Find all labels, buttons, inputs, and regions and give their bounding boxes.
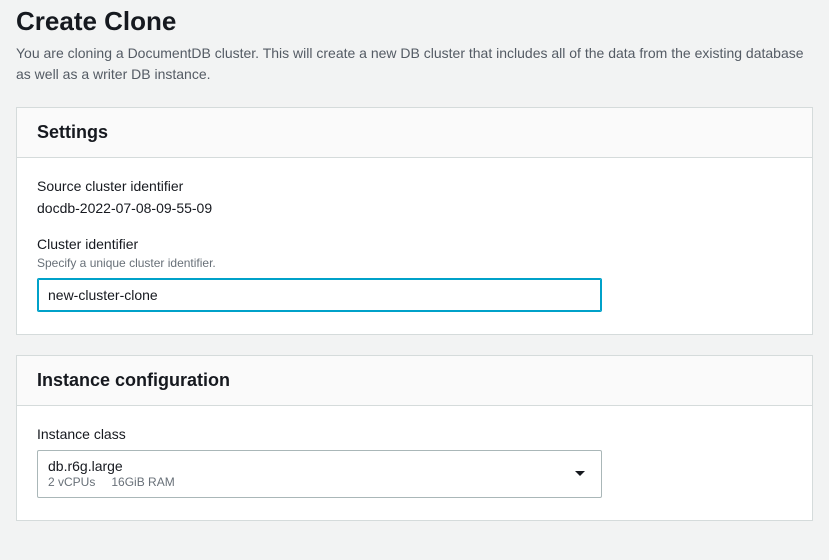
- source-cluster-label: Source cluster identifier: [37, 178, 792, 194]
- instance-config-panel: Instance configuration Instance class db…: [16, 355, 813, 521]
- instance-class-label: Instance class: [37, 426, 792, 442]
- settings-panel: Settings Source cluster identifier docdb…: [16, 107, 813, 335]
- settings-heading: Settings: [37, 122, 792, 143]
- page-title: Create Clone: [16, 6, 813, 37]
- instance-config-heading: Instance configuration: [37, 370, 792, 391]
- instance-class-field: Instance class db.r6g.large 2 vCPUs 16GiB…: [37, 426, 792, 498]
- instance-class-value: db.r6g.large: [48, 457, 191, 475]
- cluster-identifier-input[interactable]: [37, 278, 602, 312]
- cluster-identifier-hint: Specify a unique cluster identifier.: [37, 256, 792, 270]
- page-description: You are cloning a DocumentDB cluster. Th…: [16, 43, 806, 85]
- instance-class-cpu: 2 vCPUs: [48, 475, 95, 489]
- chevron-down-icon: [575, 471, 585, 476]
- instance-class-select[interactable]: db.r6g.large 2 vCPUs 16GiB RAM: [37, 450, 602, 498]
- cluster-identifier-field: Cluster identifier Specify a unique clus…: [37, 236, 792, 312]
- source-cluster-field: Source cluster identifier docdb-2022-07-…: [37, 178, 792, 216]
- cluster-identifier-label: Cluster identifier: [37, 236, 792, 252]
- settings-header: Settings: [17, 108, 812, 158]
- source-cluster-value: docdb-2022-07-08-09-55-09: [37, 200, 792, 216]
- instance-class-ram: 16GiB RAM: [111, 475, 174, 489]
- instance-config-header: Instance configuration: [17, 356, 812, 406]
